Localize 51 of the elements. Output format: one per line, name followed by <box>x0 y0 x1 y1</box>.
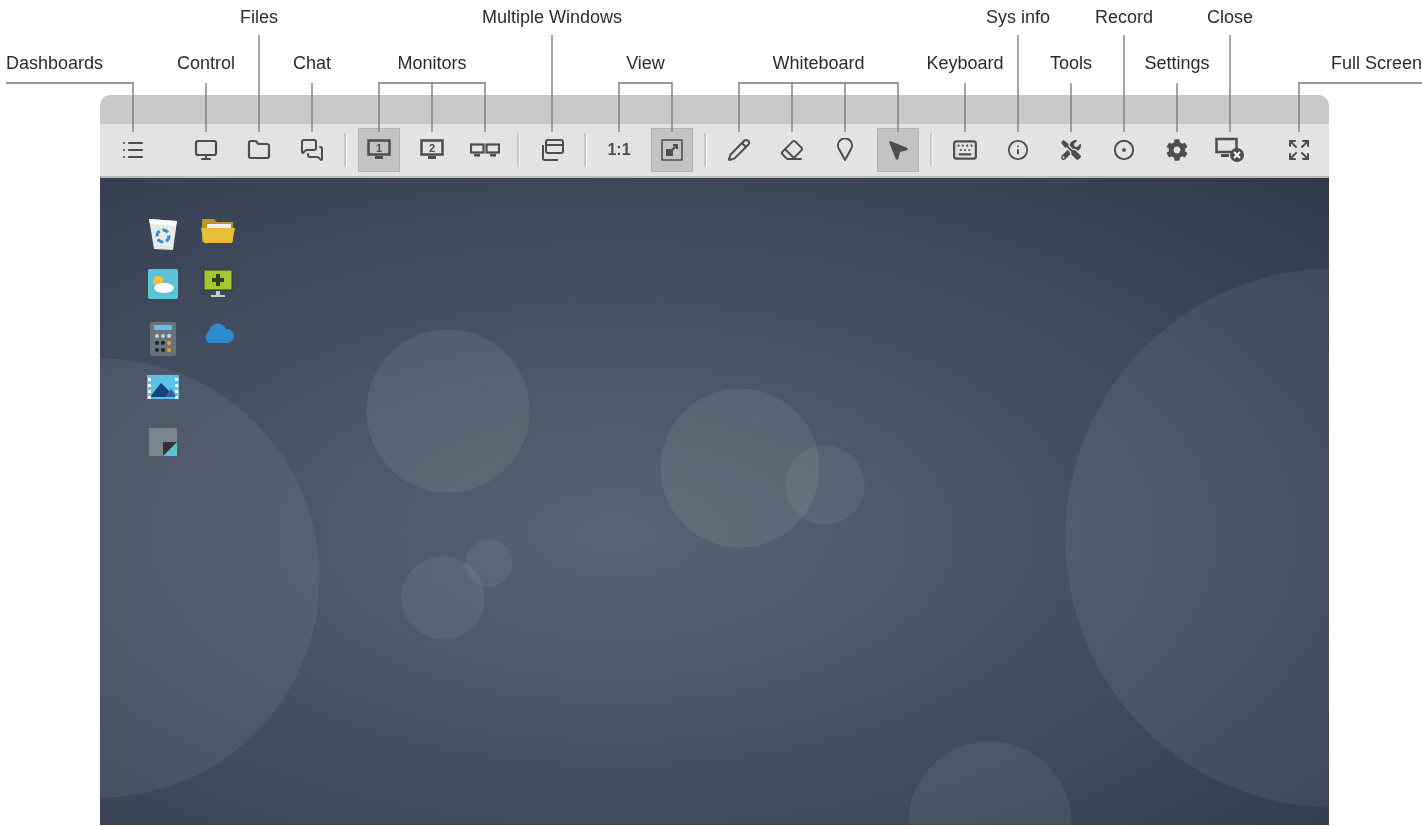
callout-label: Dashboards <box>6 52 104 74</box>
pointer-icon <box>886 138 910 162</box>
callout-label: Monitors <box>397 52 467 74</box>
callout-label: Chat <box>293 52 331 74</box>
calculator-icon[interactable] <box>150 322 176 356</box>
pencil-icon <box>727 138 751 162</box>
leader-line <box>1176 82 1178 133</box>
leader-line <box>618 82 673 133</box>
dual-monitor-icon <box>470 143 500 157</box>
callout-label: Whiteboard <box>772 52 865 74</box>
folder-icon[interactable] <box>201 216 235 244</box>
callout-label: Multiple Windows <box>482 6 622 28</box>
toolbar-button[interactable]: 2 <box>411 128 453 172</box>
windows-icon <box>539 138 565 162</box>
eraser-icon <box>780 138 804 162</box>
callout-label: Record <box>1095 6 1153 28</box>
record-icon <box>1113 139 1135 161</box>
chat-icon <box>300 138 324 162</box>
keyboard-icon <box>952 137 978 163</box>
monitor-close-icon <box>1215 137 1245 163</box>
callout-label: Sys info <box>986 6 1050 28</box>
callout-label: Settings <box>1144 52 1210 74</box>
callout-label: Control <box>177 52 235 74</box>
sticky-note-icon[interactable] <box>149 428 177 456</box>
fullscreen-icon <box>1287 138 1311 162</box>
leader-line <box>311 82 313 133</box>
map-pin-icon <box>834 138 856 162</box>
monitor-icon <box>420 139 444 161</box>
recycle-bin-icon[interactable] <box>146 216 180 252</box>
resize-icon <box>661 139 683 161</box>
monitor-icon <box>194 138 218 162</box>
info-icon <box>1007 139 1029 161</box>
callout-label: Full Screen <box>1330 52 1422 74</box>
callout-label: View <box>626 52 665 74</box>
callout-label: Tools <box>1050 52 1092 74</box>
monitor-plus-icon[interactable] <box>203 269 233 299</box>
leader-line <box>1070 82 1072 133</box>
leader-line <box>964 82 966 133</box>
video-icon[interactable] <box>147 375 179 399</box>
monitor-icon <box>367 139 391 161</box>
toolbar-button[interactable]: 1 <box>358 128 400 172</box>
toolbar-button[interactable] <box>877 128 919 172</box>
tools-icon <box>1061 140 1081 160</box>
callout-label: Files <box>240 6 278 28</box>
folder-icon <box>247 138 271 162</box>
callout-label: Close <box>1207 6 1253 28</box>
callout-label: Keyboard <box>926 52 1004 74</box>
toolbar-button[interactable] <box>651 128 693 172</box>
leader-line <box>205 82 207 133</box>
settings-icon <box>1166 139 1188 161</box>
actual-size-button[interactable]: 1:1 <box>598 128 640 172</box>
